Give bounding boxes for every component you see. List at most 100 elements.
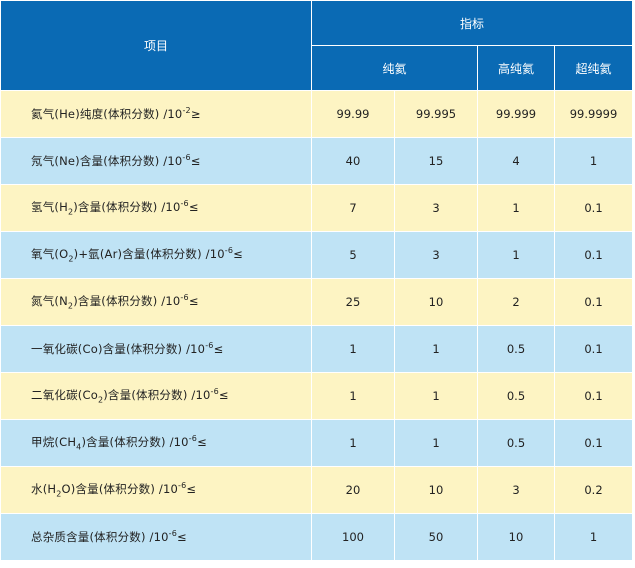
value-cell: 0.5 — [477, 419, 555, 467]
value-cell: 25 — [311, 278, 395, 326]
item-label-pre: 氦气(He)纯度(体积分数) /10 — [31, 107, 183, 121]
item-column-header: 项目 — [0, 0, 312, 91]
item-label-post: ≤ — [213, 342, 224, 356]
item-label-exp: -6 — [168, 529, 178, 539]
value-cell: 1 — [394, 419, 478, 467]
item-label-pre: 氢气(H — [31, 200, 68, 215]
value-cell: 0.1 — [553, 372, 634, 420]
value-cell: 3 — [394, 184, 478, 232]
item-label-mid: )含量(体积分数) /10 — [81, 435, 189, 450]
value-cell: 0.1 — [553, 278, 634, 326]
value-cell: 1 — [553, 513, 634, 561]
value-cell: 1 — [477, 184, 555, 232]
item-label-pre: 一氧化碳(Co)含量(体积分数) /10 — [31, 342, 206, 356]
value-cell: 5 — [311, 231, 395, 279]
value-cell: 0.1 — [553, 184, 634, 232]
value-cell: 4 — [477, 137, 555, 185]
item-label-pre: 氧气(O — [31, 247, 69, 262]
table-row: 总杂质含量(体积分数) /10-6≤ 100 50 10 1 — [0, 513, 634, 561]
item-label: 氦气(He)纯度(体积分数) /10-2≥ — [0, 90, 312, 138]
value-cell: 0.1 — [553, 325, 634, 373]
item-label-post: ≤ — [188, 200, 199, 215]
item-label-post: ≤ — [233, 247, 244, 262]
item-label-mid: )+氩(Ar)含量(体积分数) /10 — [73, 247, 225, 262]
value-cell: 1 — [553, 137, 634, 185]
item-label: 一氧化碳(Co)含量(体积分数) /10-6≤ — [0, 325, 312, 373]
item-label: 氖气(Ne)含量(体积分数) /10-6≤ — [0, 137, 312, 185]
value-cell: 0.1 — [553, 231, 634, 279]
value-cell: 15 — [394, 137, 478, 185]
value-cell: 10 — [477, 513, 555, 561]
item-label-mid: )含量(体积分数) /10 — [73, 294, 181, 309]
table-row: 水(H2O)含量(体积分数) /10-6≤ 20 10 3 0.2 — [0, 466, 634, 514]
table-row: 一氧化碳(Co)含量(体积分数) /10-6≤ 1 1 0.5 0.1 — [0, 325, 634, 373]
value-cell: 99.995 — [394, 90, 478, 138]
value-cell: 99.99 — [311, 90, 395, 138]
value-cell: 10 — [394, 466, 478, 514]
value-cell: 20 — [311, 466, 395, 514]
item-label: 水(H2O)含量(体积分数) /10-6≤ — [0, 466, 312, 514]
item-label-exp: -6 — [182, 153, 191, 163]
item-label-pre: 氮气(N — [31, 294, 68, 309]
table-row: 氢气(H2)含量(体积分数) /10-6≤ 7 3 1 0.1 — [0, 184, 634, 232]
item-label-post: ≤ — [188, 294, 199, 309]
table-row: 氮气(N2)含量(体积分数) /10-6≤ 25 10 2 0.1 — [0, 278, 634, 326]
item-label-pre: 氖气(Ne)含量(体积分数) /10 — [31, 154, 183, 168]
item-label-mid: )含量(体积分数) /10 — [103, 388, 211, 403]
item-label-exp: -2 — [182, 106, 191, 116]
table-row: 二氧化碳(Co2)含量(体积分数) /10-6≤ 1 1 0.5 0.1 — [0, 372, 634, 420]
item-label-post: ≤ — [177, 530, 187, 544]
value-cell: 1 — [311, 325, 395, 373]
item-label: 氧气(O2)+氩(Ar)含量(体积分数) /10-6≤ — [0, 231, 312, 279]
item-label-exp: -6 — [205, 341, 214, 351]
table-body: 氦气(He)纯度(体积分数) /10-2≥ 99.99 99.995 99.999 99… — [0, 90, 634, 561]
grade-ultra-header: 超纯氦 — [553, 45, 634, 91]
value-cell: 10 — [394, 278, 478, 326]
item-label: 氢气(H2)含量(体积分数) /10-6≤ — [0, 184, 312, 232]
item-label-post: ≥ — [190, 107, 201, 121]
item-label-exp: -6 — [210, 387, 219, 397]
item-label-exp: -6 — [224, 246, 234, 256]
table-row: 氖气(Ne)含量(体积分数) /10-6≤ 40 15 4 1 — [0, 137, 634, 185]
value-cell: 0.5 — [477, 325, 555, 373]
item-label: 甲烷(CH4)含量(体积分数) /10-6≤ — [0, 419, 312, 467]
value-cell: 0.5 — [477, 372, 555, 420]
table-row: 甲烷(CH4)含量(体积分数) /10-6≤ 1 1 0.5 0.1 — [0, 419, 634, 467]
value-cell: 100 — [311, 513, 395, 561]
item-label-pre: 二氧化碳(Co — [31, 388, 98, 403]
value-cell: 7 — [311, 184, 395, 232]
item-label-pre: 甲烷(CH — [31, 435, 77, 450]
value-cell: 1 — [394, 372, 478, 420]
item-label: 二氧化碳(Co2)含量(体积分数) /10-6≤ — [0, 372, 312, 420]
value-cell: 0.2 — [553, 466, 634, 514]
item-label-exp: -6 — [180, 199, 189, 209]
item-label-mid: O)含量(体积分数) /10 — [61, 482, 179, 497]
value-cell: 40 — [311, 137, 395, 185]
helium-spec-table: 项目 指标 纯氦 高纯氦 超纯氦 氦气(He)纯度(体积分数) /10-2≥ 99… — [0, 0, 634, 561]
item-label-post: ≤ — [218, 388, 229, 403]
grade-pure-header: 纯氦 — [311, 45, 478, 91]
value-cell: 0.1 — [553, 419, 634, 467]
table-row: 氦气(He)纯度(体积分数) /10-2≥ 99.99 99.995 99.999 99… — [0, 90, 634, 138]
grade-high-header: 高纯氦 — [477, 45, 555, 91]
value-cell: 3 — [477, 466, 555, 514]
value-cell: 1 — [311, 419, 395, 467]
item-label: 氮气(N2)含量(体积分数) /10-6≤ — [0, 278, 312, 326]
item-label-post: ≤ — [197, 435, 207, 450]
value-cell: 3 — [394, 231, 478, 279]
value-cell: 2 — [477, 278, 555, 326]
item-label-post: ≤ — [190, 154, 201, 168]
value-cell: 1 — [394, 325, 478, 373]
item-label-mid: )含量(体积分数) /10 — [73, 200, 181, 215]
item-label: 总杂质含量(体积分数) /10-6≤ — [0, 513, 312, 561]
item-label-exp: -6 — [180, 293, 189, 303]
item-label-exp: -6 — [188, 434, 198, 444]
item-label-pre: 水(H — [31, 482, 57, 497]
indicator-column-header: 指标 — [310, 0, 634, 46]
value-cell: 1 — [477, 231, 555, 279]
value-cell: 99.999 — [477, 90, 555, 138]
value-cell: 1 — [311, 372, 395, 420]
value-cell: 99.9999 — [553, 90, 634, 138]
item-label-pre: 总杂质含量(体积分数) /10 — [31, 530, 169, 544]
item-label-post: ≤ — [186, 482, 197, 497]
